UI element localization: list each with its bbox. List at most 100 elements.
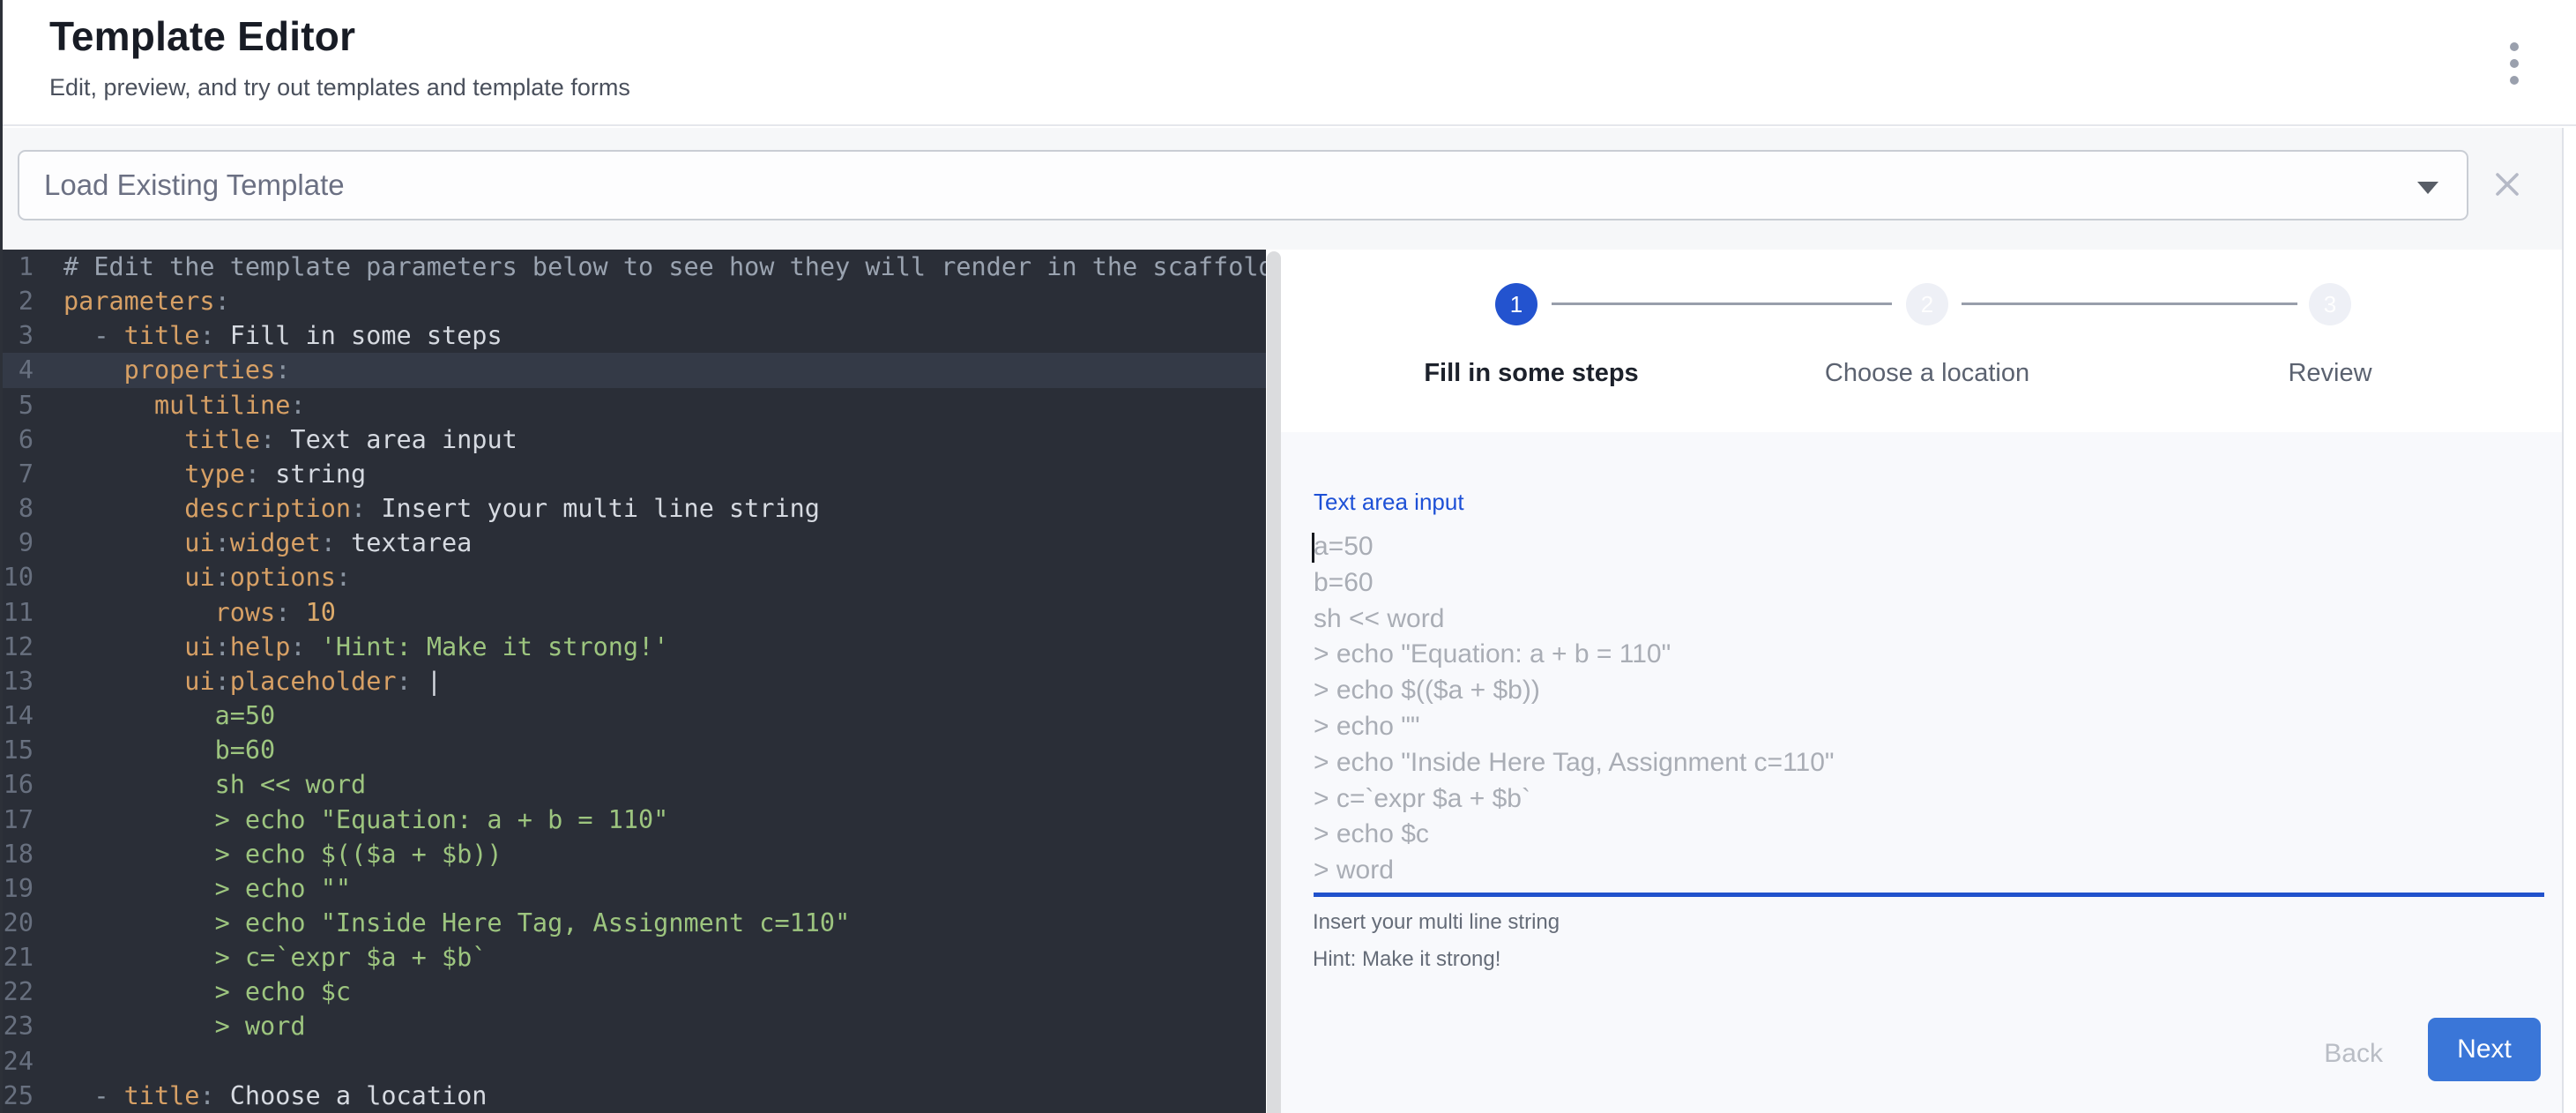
line-number: 2 [0, 284, 41, 318]
line-content: > word [41, 1009, 306, 1043]
code-line-11[interactable]: 11 rows: 10 [0, 595, 1266, 630]
line-content: > echo "" [41, 871, 351, 906]
textarea-placeholder-line: > echo "Equation: a + b = 110" [1314, 637, 2511, 673]
code-line-21[interactable]: 21 > c=`expr $a + $b` [0, 940, 1266, 975]
line-content: type: string [41, 457, 366, 491]
template-picker-band: Load Existing Template [0, 128, 2576, 250]
code-line-4[interactable]: 4 properties: [0, 353, 1266, 387]
code-line-20[interactable]: 20 > echo "Inside Here Tag, Assignment c… [0, 906, 1266, 940]
line-content: > echo "Inside Here Tag, Assignment c=11… [41, 906, 850, 940]
line-content: description: Insert your multi line stri… [41, 491, 820, 526]
clear-template-button[interactable] [2481, 158, 2534, 211]
multiline-textarea[interactable]: a=50b=60sh << word> echo "Equation: a + … [1314, 529, 2511, 889]
line-number: 4 [0, 353, 41, 387]
x-close-icon [2493, 170, 2521, 198]
line-content: > echo "Equation: a + b = 110" [41, 803, 668, 837]
load-template-select[interactable]: Load Existing Template [18, 150, 2468, 220]
line-content: > echo $(($a + $b)) [41, 837, 503, 871]
editor-scrollbar[interactable] [1267, 251, 1281, 1113]
line-content: - title: Choose a location [41, 1079, 487, 1113]
caret-down-icon [2417, 182, 2438, 194]
code-line-12[interactable]: 12 ui:help: 'Hint: Make it strong!' [0, 630, 1266, 664]
page-subtitle: Edit, preview, and try out templates and… [49, 74, 630, 101]
code-line-15[interactable]: 15 b=60 [0, 733, 1266, 767]
textarea-placeholder-line: > c=`expr $a + $b` [1314, 781, 2511, 818]
code-line-24[interactable]: 24 [0, 1044, 1266, 1079]
line-number: 6 [0, 422, 41, 457]
line-number: 25 [0, 1079, 41, 1113]
kebab-menu-icon[interactable] [2504, 42, 2525, 85]
code-line-17[interactable]: 17 > echo "Equation: a + b = 110" [0, 803, 1266, 837]
line-content: rows: 10 [41, 595, 336, 630]
back-button[interactable]: Back [2308, 1030, 2399, 1078]
field-description: Insert your multi line string [1313, 910, 1560, 935]
textarea-placeholder-line: > echo "Inside Here Tag, Assignment c=11… [1314, 745, 2511, 781]
window-left-edge [0, 0, 3, 1113]
line-content: sh << word [41, 767, 366, 802]
yaml-code-editor[interactable]: 1# Edit the template parameters below to… [0, 250, 1266, 1113]
line-number: 1 [0, 250, 41, 284]
line-content: > echo $c [41, 975, 351, 1009]
line-number: 5 [0, 388, 41, 422]
next-button[interactable]: Next [2428, 1018, 2541, 1081]
line-content: # Edit the template parameters below to … [41, 250, 1266, 284]
line-content: b=60 [41, 733, 275, 767]
textarea-placeholder-line: a=50 [1314, 529, 2511, 565]
stepper-connector-1 [1552, 303, 1892, 305]
line-content: ui:options: [41, 560, 351, 594]
textarea-placeholder-line: > word [1314, 853, 2511, 889]
code-line-7[interactable]: 7 type: string [0, 457, 1266, 491]
line-number: 12 [0, 630, 41, 664]
field-hint: Hint: Make it strong! [1313, 947, 1500, 972]
code-line-9[interactable]: 9 ui:widget: textarea [0, 526, 1266, 560]
code-line-8[interactable]: 8 description: Insert your multi line st… [0, 491, 1266, 526]
field-label: Text area input [1314, 489, 1464, 516]
stepper-connector-2 [1962, 303, 2297, 305]
line-content: multiline: [41, 388, 306, 422]
line-number: 18 [0, 837, 41, 871]
code-line-13[interactable]: 13 ui:placeholder: | [0, 664, 1266, 698]
code-line-6[interactable]: 6 title: Text area input [0, 422, 1266, 457]
code-line-23[interactable]: 23 > word [0, 1009, 1266, 1043]
code-line-14[interactable]: 14 a=50 [0, 698, 1266, 733]
step-circle-1[interactable]: 1 [1495, 283, 1537, 325]
line-number: 15 [0, 733, 41, 767]
line-content [41, 1044, 63, 1079]
line-number: 21 [0, 940, 41, 975]
code-line-25[interactable]: 25 - title: Choose a location [0, 1079, 1266, 1113]
code-line-19[interactable]: 19 > echo "" [0, 871, 1266, 906]
line-content: parameters: [41, 284, 230, 318]
line-content: title: Text area input [41, 422, 517, 457]
code-line-16[interactable]: 16 sh << word [0, 767, 1266, 802]
textarea-placeholder-line: > echo "" [1314, 709, 2511, 745]
textarea-focus-underline [1314, 893, 2544, 897]
code-line-1[interactable]: 1# Edit the template parameters below to… [0, 250, 1266, 284]
line-number: 20 [0, 906, 41, 940]
header: Template Editor Edit, preview, and try o… [0, 0, 2576, 126]
code-line-5[interactable]: 5 multiline: [0, 388, 1266, 422]
code-line-18[interactable]: 18 > echo $(($a + $b)) [0, 837, 1266, 871]
text-cursor [1312, 533, 1314, 563]
line-number: 24 [0, 1044, 41, 1079]
line-number: 16 [0, 767, 41, 802]
panel-right-border [2562, 128, 2576, 1113]
line-number: 13 [0, 664, 41, 698]
step-label-1: Fill in some steps [1424, 359, 1638, 388]
line-content: ui:placeholder: | [41, 664, 442, 698]
line-content: - title: Fill in some steps [41, 318, 503, 353]
line-number: 3 [0, 318, 41, 353]
textarea-placeholder-line: > echo $c [1314, 817, 2511, 853]
code-line-10[interactable]: 10 ui:options: [0, 560, 1266, 594]
step-label-2: Choose a location [1825, 359, 2029, 388]
page-title: Template Editor [49, 12, 355, 60]
line-content: a=50 [41, 698, 275, 733]
line-number: 10 [0, 560, 41, 594]
step-label-3: Review [2288, 359, 2371, 388]
textarea-placeholder-line: b=60 [1314, 565, 2511, 601]
step-circle-2[interactable]: 2 [1906, 283, 1948, 325]
code-line-22[interactable]: 22 > echo $c [0, 975, 1266, 1009]
code-line-3[interactable]: 3 - title: Fill in some steps [0, 318, 1266, 353]
line-number: 9 [0, 526, 41, 560]
step-circle-3[interactable]: 3 [2309, 283, 2351, 325]
code-line-2[interactable]: 2parameters: [0, 284, 1266, 318]
